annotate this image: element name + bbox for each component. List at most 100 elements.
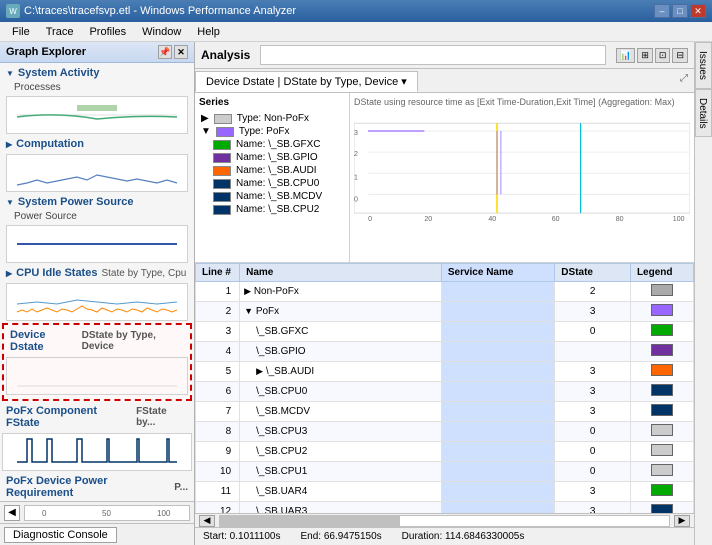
toolbar-button-2[interactable]: ⊞	[637, 48, 653, 63]
status-end: End: 66.9475150s	[300, 531, 381, 542]
menu-help[interactable]: Help	[189, 24, 228, 40]
section-dstate-header[interactable]: Device Dstate DState by Type, Device	[6, 327, 188, 355]
series-item-gfxc: Name: \_SB.GFXC	[199, 138, 345, 151]
menu-file[interactable]: File	[4, 24, 38, 40]
minimize-button[interactable]: –	[654, 4, 670, 18]
col-header-name[interactable]: Name	[240, 264, 442, 282]
tab-device-dstate[interactable]: Device Dstate | DState by Type, Device ▾	[195, 71, 418, 92]
restore-button[interactable]: □	[672, 4, 688, 18]
graph-explorer-header: Graph Explorer 📌 ✕	[0, 42, 194, 63]
series-collapse-icon[interactable]: ▼	[201, 126, 211, 137]
pofx-power-header[interactable]: PoFx Device Power Requirement P...	[2, 473, 192, 501]
title-bar: W C:\traces\tracefsvp.etl - Windows Perf…	[0, 0, 712, 22]
window-title: C:\traces\tracefsvp.etl - Windows Perfor…	[24, 5, 296, 17]
cell-line-7: 7	[196, 402, 240, 422]
timeline-scroll[interactable]: 0 50 100	[24, 505, 190, 521]
scroll-left-button[interactable]: ◀	[199, 515, 215, 527]
scroll-right-button[interactable]: ▶	[674, 515, 690, 527]
device-dstate-label: Device Dstate	[10, 329, 78, 353]
cell-line-1: 1	[196, 282, 240, 302]
pofx-fstate-header[interactable]: PoFx Component FState FState by...	[2, 403, 192, 431]
series-title: Series	[199, 97, 345, 108]
cell-name-1: ▶ Non-PoFx	[240, 282, 442, 302]
tab-controls: ⤢	[674, 69, 694, 92]
cell-line-3: 3	[196, 322, 240, 342]
section-cpu-idle-header[interactable]: ▶ CPU Idle States State by Type, Cpu	[2, 265, 192, 281]
cell-service-5	[441, 362, 554, 382]
system-activity-label: System Activity	[18, 67, 100, 79]
col-header-legend[interactable]: Legend	[630, 264, 693, 282]
sidebar-tab-details[interactable]: Details	[695, 89, 712, 138]
panel-close-button[interactable]: ✕	[174, 45, 188, 59]
section-power-header[interactable]: ▼ System Power Source	[2, 194, 192, 210]
cell-legend-5	[630, 362, 693, 382]
cell-name-5: ▶ \_SB.AUDI	[240, 362, 442, 382]
table-row: 11 \_SB.UAR4 3	[196, 482, 694, 502]
cell-dstate-2: 3	[555, 302, 631, 322]
menu-window[interactable]: Window	[134, 24, 189, 40]
cell-line-11: 11	[196, 482, 240, 502]
cell-line-8: 8	[196, 422, 240, 442]
chart-area: Series ▶ Type: Non-PoFx ▼ Type: PoFx Nam…	[195, 93, 694, 263]
cell-legend-2	[630, 302, 693, 322]
series-expand-icon[interactable]: ▶	[201, 113, 209, 124]
nav-left-button[interactable]: ◀	[4, 505, 20, 521]
main-chart: 3 2 1 0	[354, 109, 690, 239]
table-wrapper[interactable]: Line # Name Service Name DState Legend 1…	[195, 263, 694, 513]
cell-name-7: \_SB.MCDV	[240, 402, 442, 422]
cell-name-10: \_SB.CPU1	[240, 462, 442, 482]
series-color-gpio	[213, 153, 231, 163]
col-header-line[interactable]: Line #	[196, 264, 240, 282]
pofx-power-label: PoFx Device Power Requirement	[6, 475, 172, 499]
series-panel: Series ▶ Type: Non-PoFx ▼ Type: PoFx Nam…	[195, 93, 350, 262]
cell-legend-3	[630, 322, 693, 342]
panel-pin-button[interactable]: 📌	[158, 45, 172, 59]
pofx-fstate-svg	[3, 434, 191, 466]
series-color-pofx	[216, 127, 234, 137]
cell-service-12	[441, 502, 554, 514]
col-header-service[interactable]: Service Name	[441, 264, 554, 282]
series-item-cpu2: Name: \_SB.CPU2	[199, 203, 345, 216]
analysis-panel: Analysis 📊 ⊞ ⊡ ⊟ Device Dstate | DState …	[195, 42, 694, 545]
computation-label: Computation	[16, 138, 84, 150]
menu-trace[interactable]: Trace	[38, 24, 82, 40]
toolbar-button-1[interactable]: 📊	[616, 48, 635, 63]
sidebar-tab-issues[interactable]: Issues	[695, 42, 712, 89]
toolbar-button-3[interactable]: ⊡	[655, 48, 671, 63]
cell-legend-7	[630, 402, 693, 422]
section-computation-header[interactable]: ▶ Computation	[2, 136, 192, 152]
svg-text:60: 60	[552, 216, 560, 223]
svg-text:3: 3	[354, 130, 358, 137]
analysis-title: Analysis	[201, 48, 250, 62]
graph-explorer-title: Graph Explorer	[6, 46, 86, 58]
diagnostic-bar: Diagnostic Console	[0, 523, 194, 545]
cell-line-10: 10	[196, 462, 240, 482]
expand-icon[interactable]: ⤢	[678, 71, 690, 90]
power-source-chart-svg	[7, 226, 187, 262]
data-table: Line # Name Service Name DState Legend 1…	[195, 263, 694, 513]
svg-text:50: 50	[102, 509, 111, 518]
dstate-extra: DState by Type, Device	[82, 330, 184, 352]
toolbar-button-4[interactable]: ⊟	[672, 48, 688, 63]
analysis-search-bar[interactable]	[260, 45, 606, 65]
table-row: 7 \_SB.MCDV 3	[196, 402, 694, 422]
diagnostic-console-button[interactable]: Diagnostic Console	[4, 527, 117, 543]
svg-text:100: 100	[157, 509, 171, 518]
series-item-cpu0: Name: \_SB.CPU0	[199, 177, 345, 190]
menu-profiles[interactable]: Profiles	[81, 24, 134, 40]
cell-dstate-6: 3	[555, 382, 631, 402]
analysis-header: Analysis 📊 ⊞ ⊡ ⊟	[195, 42, 694, 69]
col-header-dstate[interactable]: DState	[555, 264, 631, 282]
power-source-content: Power Source	[2, 210, 192, 263]
device-dstate-chart	[6, 357, 188, 395]
cell-service-6	[441, 382, 554, 402]
chevron-right-icon: ▶	[6, 140, 12, 149]
close-button[interactable]: ✕	[690, 4, 706, 18]
cell-name-4: \_SB.GPIO	[240, 342, 442, 362]
cell-dstate-8: 0	[555, 422, 631, 442]
chart-container: 3 2 1 0	[354, 109, 690, 239]
table-row: 10 \_SB.CPU1 0	[196, 462, 694, 482]
horizontal-scrollbar[interactable]	[219, 515, 670, 527]
system-power-source-label: System Power Source	[18, 196, 134, 208]
section-system-activity-header[interactable]: ▼ System Activity	[2, 65, 192, 81]
